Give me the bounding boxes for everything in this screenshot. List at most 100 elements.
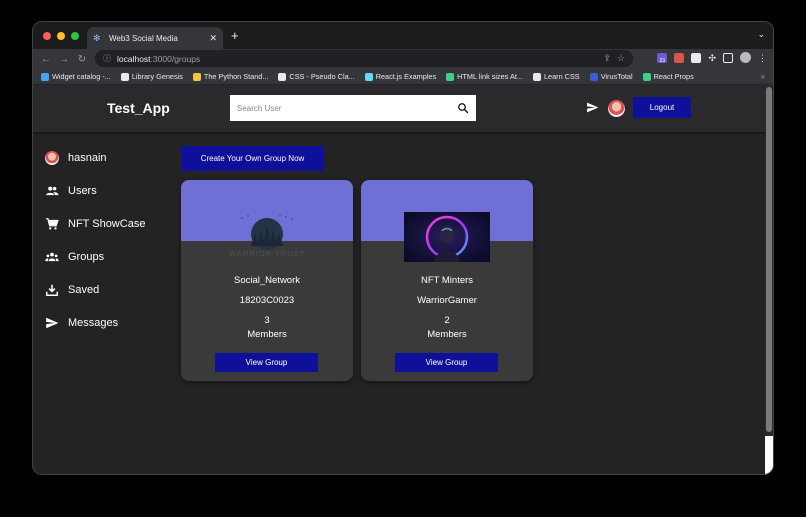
create-group-button[interactable]: Create Your Own Group Now (181, 146, 324, 171)
profile-avatar[interactable] (740, 52, 751, 63)
send-icon (45, 316, 59, 330)
site-info-icon[interactable]: ⓘ (103, 53, 111, 64)
tab-strip: ✻ Web3 Social Media ✕ + ⌄ (33, 22, 773, 49)
group-name: NFT Minters (420, 275, 474, 286)
member-count: 3 (264, 315, 270, 326)
bookmark-item[interactable]: CSS - Pseudo Cla... (278, 72, 355, 81)
url-host: localhost (117, 53, 151, 64)
groups-icon (45, 250, 59, 264)
more-bookmarks-icon[interactable]: » (761, 72, 773, 81)
view-group-button[interactable]: View Group (395, 353, 498, 372)
sidepanel-icon[interactable] (723, 52, 733, 63)
bookmark-item[interactable]: HTML link sizes At... (446, 72, 523, 81)
forward-icon[interactable]: → (55, 54, 73, 65)
minimize-window-button[interactable] (57, 32, 65, 40)
puzzle-icon[interactable]: ✣ (708, 53, 716, 63)
scrollbar-track-end (765, 436, 773, 474)
bookmark-item[interactable]: Widget catalog -... (41, 72, 111, 81)
sidebar: hasnain Users NFT ShowCase Groups Saved … (45, 141, 175, 339)
download-icon (45, 283, 59, 297)
bookmark-label: CSS - Pseudo Cla... (289, 72, 355, 81)
extension-badge-icon[interactable]: 23 (657, 52, 668, 64)
bookmark-favicon-icon (41, 72, 49, 81)
bookmark-favicon-icon (120, 72, 129, 81)
group-owner: WarriorGamer (417, 295, 477, 306)
bookmark-favicon-icon (642, 72, 651, 81)
bookmark-favicon-icon (446, 72, 455, 81)
bookmark-label: HTML link sizes At... (457, 72, 523, 81)
bookmark-label: Library Genesis (131, 72, 183, 81)
bookmark-item[interactable]: Learn CSS (532, 72, 580, 81)
extension-white-icon[interactable] (691, 52, 702, 63)
cart-icon (45, 217, 59, 231)
search-input[interactable] (237, 103, 457, 113)
sidebar-item-label: Messages (68, 316, 119, 329)
page-viewport: Test_App Logout hasnain Users NFT ShowCa… (33, 85, 767, 474)
bookmark-favicon-icon (532, 72, 541, 81)
members-label: Members (247, 329, 287, 340)
logo-text: WARRIOR TRUST (229, 249, 305, 258)
extension-red-icon[interactable] (674, 52, 685, 63)
sidebar-item-label: hasnain (68, 151, 107, 164)
url-path: :3000/groups (150, 53, 201, 64)
tab-close-icon[interactable]: ✕ (209, 33, 217, 44)
bookmark-favicon-icon (589, 72, 598, 81)
sidebar-item-label: Saved (68, 283, 100, 296)
warrior-trust-forest-logo: WARRIOR TRUST (229, 214, 305, 258)
browser-window: ✻ Web3 Social Media ✕ + ⌄ ← → ↻ ⓘ localh… (32, 21, 774, 475)
extension-badge-count: 23 (659, 57, 666, 64)
maximize-window-button[interactable] (71, 32, 79, 40)
url-text[interactable]: localhost:3000/groups (117, 54, 597, 64)
sidebar-item-label: Users (68, 184, 97, 197)
avatar[interactable] (608, 100, 625, 117)
new-tab-icon[interactable]: + (231, 29, 239, 43)
sidebar-item-saved[interactable]: Saved (45, 273, 175, 306)
app-header: Test_App Logout (33, 85, 767, 132)
bookmark-item[interactable]: VirusTotal (589, 72, 633, 81)
bookmark-label: React.js Examples (375, 72, 437, 81)
logout-button[interactable]: Logout (633, 97, 691, 118)
sidebar-item-users[interactable]: Users (45, 174, 175, 207)
group-card-social-network: WARRIOR TRUST Social_Network 18203C0023 … (181, 180, 353, 381)
bookmarks-bar: Widget catalog -... Library Genesis The Py… (33, 69, 773, 85)
share-icon[interactable]: ⇪ (603, 53, 611, 64)
bookmark-label: React Props (653, 72, 694, 81)
bookmark-label: VirusTotal (600, 72, 633, 81)
member-count: 2 (444, 315, 450, 326)
bookmark-star-icon[interactable]: ☆ (617, 53, 625, 64)
back-icon[interactable]: ← (37, 54, 55, 65)
menu-dots-icon[interactable]: ⋮ (758, 53, 767, 63)
tab-search-chevron-icon[interactable]: ⌄ (757, 29, 765, 40)
bookmark-item[interactable]: React Props (642, 72, 694, 81)
group-owner: 18203C0023 (239, 295, 295, 306)
scrollbar-thumb[interactable] (766, 87, 772, 432)
tab-title: Web3 Social Media (109, 33, 178, 43)
sidebar-item-nft-showcase[interactable]: NFT ShowCase (45, 207, 175, 240)
avatar (45, 150, 59, 165)
close-window-button[interactable] (43, 32, 51, 40)
address-bar[interactable]: ⓘ localhost:3000/groups ⇪ ☆ (95, 50, 633, 67)
bookmark-label: Widget catalog -... (52, 72, 111, 81)
bookmark-item[interactable]: Library Genesis (120, 72, 183, 81)
app-logo[interactable]: Test_App (107, 100, 170, 116)
users-icon (45, 184, 59, 198)
reload-icon[interactable]: ↻ (73, 54, 91, 65)
send-icon[interactable] (586, 101, 599, 114)
page-scrollbar[interactable] (765, 85, 773, 474)
group-card-nft-minters: NFT Minters WarriorGamer 2 Members View … (361, 180, 533, 381)
view-group-button[interactable]: View Group (215, 353, 318, 372)
sidebar-item-messages[interactable]: Messages (45, 306, 175, 339)
sidebar-item-profile[interactable]: hasnain (45, 141, 175, 174)
bookmark-item[interactable]: The Python Stand... (192, 72, 268, 81)
sidebar-item-groups[interactable]: Groups (45, 240, 175, 273)
browser-toolbar: ← → ↻ ⓘ localhost:3000/groups ⇪ ☆ 23 ✣ ⋮ (33, 49, 773, 69)
browser-tab[interactable]: ✻ Web3 Social Media ✕ (87, 27, 223, 49)
bookmark-favicon-icon (192, 72, 201, 81)
bookmark-item[interactable]: React.js Examples (364, 72, 437, 81)
neon-ring-portrait (404, 212, 490, 262)
sidebar-item-label: NFT ShowCase (68, 217, 146, 230)
bookmark-favicon-icon (364, 72, 373, 81)
search-icon[interactable] (457, 102, 469, 114)
search-box (230, 95, 476, 121)
group-name: Social_Network (234, 275, 300, 286)
